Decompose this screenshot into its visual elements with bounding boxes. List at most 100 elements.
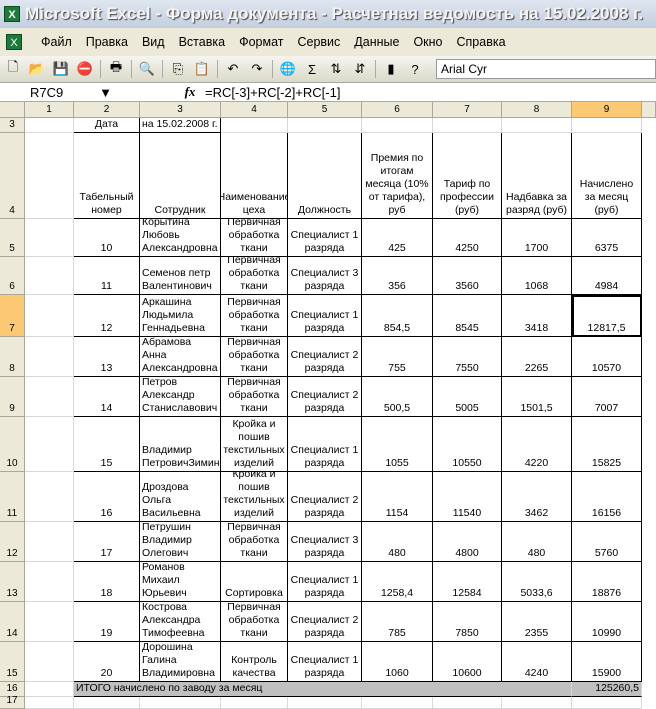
- cell-extra[interactable]: 4240: [502, 642, 572, 682]
- cell-name[interactable]: Дорошина Галина Владимировна: [140, 642, 221, 682]
- research-icon[interactable]: 🔍: [138, 60, 156, 78]
- cell-tariff[interactable]: 4800: [433, 522, 502, 562]
- cell-bonus[interactable]: 1060: [362, 642, 433, 682]
- copy-icon[interactable]: ⎘: [169, 60, 187, 78]
- cell-bonus[interactable]: 785: [362, 602, 433, 642]
- cell-shop[interactable]: Первичная обработка ткани: [221, 337, 288, 377]
- cell-extra[interactable]: 480: [502, 522, 572, 562]
- cell[interactable]: [25, 417, 74, 472]
- cell-pos[interactable]: Специалист 3 разряда: [288, 522, 362, 562]
- cell[interactable]: [25, 642, 74, 682]
- cell-name[interactable]: Романов Михаил Юрьевич: [140, 562, 221, 602]
- column-header-9[interactable]: 9: [572, 102, 642, 118]
- cell-name[interactable]: Владимир ПетровичЗимин: [140, 417, 221, 472]
- cell-shop[interactable]: Кройка и пошив текстильных изделий: [221, 472, 288, 522]
- row-header-3[interactable]: 3: [0, 118, 25, 133]
- cell-shop[interactable]: Первичная обработка ткани: [221, 602, 288, 642]
- row-header-10[interactable]: 10: [0, 417, 25, 472]
- cell-name[interactable]: Корытина Любовь Александровна: [140, 219, 221, 257]
- cell-pos[interactable]: Специалист 2 разряда: [288, 472, 362, 522]
- cell[interactable]: [572, 697, 642, 709]
- cell-shop[interactable]: Первичная обработка ткани: [221, 377, 288, 417]
- column-title[interactable]: Премия по итогам месяца (10% от тарифа),…: [362, 133, 433, 219]
- row-header-17[interactable]: 17: [0, 695, 25, 709]
- save-icon[interactable]: 💾: [52, 60, 70, 78]
- column-title[interactable]: Сотрудник: [140, 133, 221, 219]
- cell-tariff[interactable]: 7550: [433, 337, 502, 377]
- column-title[interactable]: Наименование цеха: [221, 133, 288, 219]
- row-header-12[interactable]: 12: [0, 522, 25, 562]
- cell-total[interactable]: 15825: [572, 417, 642, 472]
- redo-icon[interactable]: ↷: [248, 60, 266, 78]
- cell-bonus[interactable]: 1055: [362, 417, 433, 472]
- cell-total[interactable]: 12817,5: [572, 295, 642, 337]
- cell[interactable]: [25, 133, 74, 219]
- cell[interactable]: [25, 682, 74, 697]
- cell[interactable]: [25, 377, 74, 417]
- cell[interactable]: [502, 697, 572, 709]
- column-title[interactable]: Тариф по профессии (руб): [433, 133, 502, 219]
- column-header-5[interactable]: 5: [288, 102, 362, 118]
- cell[interactable]: [502, 118, 572, 133]
- undo-icon[interactable]: ↶: [224, 60, 242, 78]
- cell-bonus[interactable]: 1258,4: [362, 562, 433, 602]
- cell[interactable]: [25, 562, 74, 602]
- cell-name[interactable]: Дроздова Ольга Васильевна: [140, 472, 221, 522]
- workbook-icon[interactable]: X: [6, 34, 22, 50]
- total-label[interactable]: ИТОГО начислено по заводу за месяц: [74, 682, 572, 697]
- cell-pos[interactable]: Специалист 2 разряда: [288, 377, 362, 417]
- column-title[interactable]: Табельный номер: [74, 133, 140, 219]
- cell-bonus[interactable]: 356: [362, 257, 433, 295]
- cell-pos[interactable]: Специалист 3 разряда: [288, 257, 362, 295]
- cell-bonus[interactable]: 1154: [362, 472, 433, 522]
- cell-extra[interactable]: 1700: [502, 219, 572, 257]
- cell-tab[interactable]: 11: [74, 257, 140, 295]
- name-box[interactable]: R7C9 ▼: [0, 83, 120, 101]
- total-value[interactable]: 125260,5: [572, 682, 642, 697]
- row-header-16[interactable]: 16: [0, 682, 25, 697]
- cell-pos[interactable]: Специалист 1 разряда: [288, 219, 362, 257]
- help-icon[interactable]: ?: [406, 60, 424, 78]
- cell-extra[interactable]: 2355: [502, 602, 572, 642]
- sort-asc-icon[interactable]: ⇅: [327, 60, 345, 78]
- row-header-13[interactable]: 13: [0, 562, 25, 602]
- cell[interactable]: [572, 118, 642, 133]
- permission-icon[interactable]: ⛔: [76, 60, 94, 78]
- cell-shop[interactable]: Первичная обработка ткани: [221, 219, 288, 257]
- menu-item-1[interactable]: Правка: [86, 35, 128, 49]
- menu-item-0[interactable]: Файл: [41, 35, 72, 49]
- menu-item-5[interactable]: Сервис: [297, 35, 340, 49]
- cell-pos[interactable]: Специалист 1 разряда: [288, 417, 362, 472]
- cell[interactable]: [288, 118, 362, 133]
- cell-name[interactable]: Абрамова Анна Александровна: [140, 337, 221, 377]
- cell-tariff[interactable]: 10550: [433, 417, 502, 472]
- cell-name[interactable]: Аркашина Людьмила Геннадьевна: [140, 295, 221, 337]
- cell-tab[interactable]: 15: [74, 417, 140, 472]
- cell-tab[interactable]: 17: [74, 522, 140, 562]
- cell-total[interactable]: 4984: [572, 257, 642, 295]
- cell-name[interactable]: Петрушин Владимир Олегович: [140, 522, 221, 562]
- date-label[interactable]: Дата: [74, 118, 140, 133]
- paste-icon[interactable]: 📋: [193, 60, 211, 78]
- cell-bonus[interactable]: 755: [362, 337, 433, 377]
- select-all-corner[interactable]: [0, 102, 25, 118]
- date-value[interactable]: на 15.02.2008 г.: [140, 118, 221, 133]
- formula-input[interactable]: =RC[-3]+RC[-2]+RC[-1]: [205, 85, 340, 100]
- cell-pos[interactable]: Специалист 2 разряда: [288, 337, 362, 377]
- autosum-icon[interactable]: Σ: [303, 60, 321, 78]
- open-icon[interactable]: 📂: [28, 60, 46, 78]
- row-header-8[interactable]: 8: [0, 337, 25, 377]
- cell-extra[interactable]: 1501,5: [502, 377, 572, 417]
- cell-tab[interactable]: 18: [74, 562, 140, 602]
- row-header-11[interactable]: 11: [0, 472, 25, 522]
- column-title[interactable]: Должность: [288, 133, 362, 219]
- column-header-7[interactable]: 7: [433, 102, 502, 118]
- cell-bonus[interactable]: 480: [362, 522, 433, 562]
- cell-shop[interactable]: Сортировка: [221, 562, 288, 602]
- cell[interactable]: [433, 118, 502, 133]
- column-header-8[interactable]: 8: [502, 102, 572, 118]
- cell-tariff[interactable]: 8545: [433, 295, 502, 337]
- cell-name[interactable]: Петров Александр Станиславович: [140, 377, 221, 417]
- cell-tariff[interactable]: 11540: [433, 472, 502, 522]
- cell-name[interactable]: Семенов петр Валентинович: [140, 257, 221, 295]
